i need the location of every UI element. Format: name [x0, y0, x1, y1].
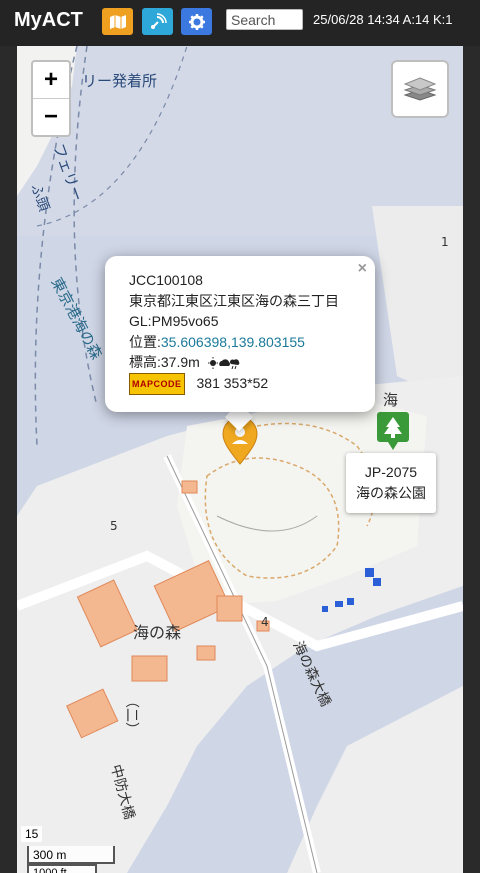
popup-code: JCC100108	[129, 272, 203, 288]
popup-position: 位置:35.606398,139.803155	[129, 332, 339, 353]
zoom-level: 15	[21, 826, 43, 842]
zoom-out-button[interactable]: −	[33, 98, 69, 135]
map-view[interactable]: リー発着所 フェリー ふ頭 東京港海の森 海 海の森大橋 海の森 （二） 中防大…	[17, 46, 463, 873]
popup-mapcode-row: MAPCODE 381 353*52	[129, 372, 339, 396]
zoom-control: + −	[31, 60, 71, 137]
label-block1: 1	[441, 235, 449, 249]
map-icon	[109, 14, 126, 29]
label-area2: （二）	[123, 694, 139, 736]
map-button[interactable]	[102, 8, 133, 35]
position-label: 位置:	[129, 333, 161, 350]
weather-icon[interactable]	[207, 357, 240, 370]
app-title: MyACT	[14, 9, 83, 31]
popup-elevation-row: 標高:37.9m	[129, 352, 339, 373]
label-district: 海	[383, 391, 398, 409]
zoom-in-button[interactable]: +	[33, 62, 69, 98]
scale-bar-imperial: 1000 ft	[27, 864, 97, 873]
scale-bar-metric: 300 m	[27, 846, 115, 864]
layers-icon	[403, 77, 437, 101]
park-ref: JP-2075	[364, 464, 418, 480]
label-block4: 4	[261, 615, 269, 629]
settings-button[interactable]	[181, 8, 212, 35]
gear-icon	[188, 13, 205, 30]
position-link[interactable]: 35.606398,139.803155	[161, 334, 305, 350]
layers-button[interactable]	[391, 60, 449, 118]
location-popup: × JCC100108 東京都江東区江東区海の森三丁目 GL:PM95vo65 …	[105, 256, 375, 412]
popup-address: 東京都江東区江東区海の森三丁目	[129, 292, 339, 309]
park-name: 海の森公園	[356, 485, 426, 501]
mapcode-badge[interactable]: MAPCODE	[129, 372, 185, 396]
popup-grid: GL:PM95vo65	[129, 313, 219, 329]
popup-elevation: 標高:37.9m	[129, 354, 200, 370]
park-tooltip: JP-2075 海の森公園	[346, 453, 436, 513]
mapcode-value: 381 353*52	[196, 374, 269, 391]
signal-button[interactable]	[142, 8, 173, 35]
search-input[interactable]	[226, 9, 303, 30]
label-block5: 5	[110, 519, 118, 533]
label-ferry-terminal: リー発着所	[82, 72, 157, 90]
popup-close-button[interactable]: ×	[358, 260, 367, 278]
satellite-signal-icon	[150, 12, 167, 29]
top-bar: MyACT 25/06/28 14:34 A:14 K:1	[0, 0, 480, 46]
status-text: 25/06/28 14:34 A:14 K:1	[313, 12, 453, 27]
label-area: 海の森	[133, 623, 181, 642]
